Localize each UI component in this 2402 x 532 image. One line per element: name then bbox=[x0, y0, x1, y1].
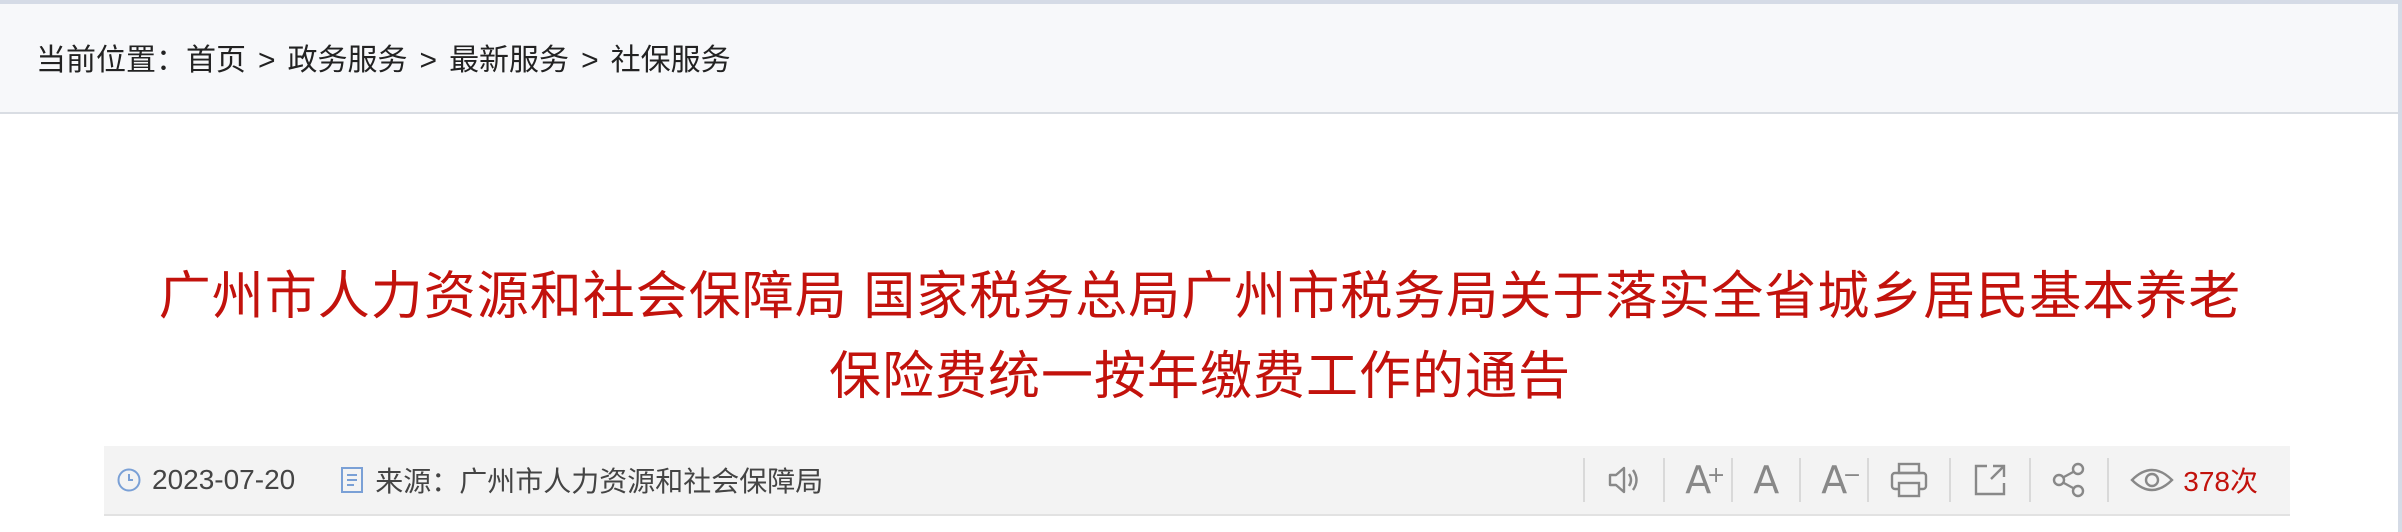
export-icon bbox=[1971, 461, 2009, 499]
article-toolbar: A + A A − 378次 bbox=[1583, 456, 2278, 504]
view-count: 378次 bbox=[2107, 458, 2278, 502]
breadcrumb-separator: > bbox=[258, 44, 276, 77]
font-normal-button[interactable]: A bbox=[1731, 458, 1799, 502]
breadcrumb-separator: > bbox=[419, 44, 438, 77]
clock-icon bbox=[116, 467, 142, 493]
share-button[interactable] bbox=[2029, 458, 2107, 502]
publish-date: 2023-07-20 bbox=[152, 464, 296, 495]
breadcrumb-item-social-security[interactable]: 社保服务 bbox=[611, 44, 731, 77]
font-decrease-button[interactable]: A − bbox=[1799, 458, 1867, 502]
article-meta-bar: 2023-07-20 来源：广州市人力资源和社会保障局 A + A A − 37… bbox=[104, 446, 2290, 516]
breadcrumb-bar: 当前位置：首页 > 政务服务 > 最新服务 > 社保服务 bbox=[0, 0, 2398, 114]
breadcrumb: 当前位置：首页 > 政务服务 > 最新服务 > 社保服务 bbox=[36, 40, 731, 82]
font-decrease-icon: A − bbox=[1821, 458, 1862, 502]
read-aloud-button[interactable] bbox=[1583, 458, 1663, 502]
speaker-icon bbox=[1605, 461, 1643, 499]
breadcrumb-item-latest-services[interactable]: 最新服务 bbox=[449, 44, 569, 77]
breadcrumb-label: 当前位置： bbox=[36, 44, 186, 77]
breadcrumb-item-home[interactable]: 首页 bbox=[186, 44, 246, 77]
scrollbar[interactable] bbox=[2398, 0, 2402, 532]
share-icon bbox=[2051, 461, 2087, 499]
document-icon bbox=[339, 466, 365, 494]
breadcrumb-item-government-services[interactable]: 政务服务 bbox=[288, 44, 408, 77]
print-button[interactable] bbox=[1867, 458, 1949, 502]
font-increase-button[interactable]: A + bbox=[1663, 458, 1731, 502]
article-title: 广州市人力资源和社会保障局 国家税务总局广州市税务局关于落实全省城乡居民基本养老… bbox=[158, 267, 2242, 406]
breadcrumb-separator: > bbox=[581, 44, 599, 77]
font-increase-icon: A + bbox=[1685, 458, 1726, 502]
article-meta: 2023-07-20 来源：广州市人力资源和社会保障局 bbox=[116, 460, 823, 500]
print-icon bbox=[1889, 461, 1929, 499]
eye-icon bbox=[2129, 463, 2175, 497]
view-count-text: 378次 bbox=[2183, 466, 2258, 497]
font-normal-icon: A bbox=[1753, 458, 1780, 502]
article-source: 来源：广州市人力资源和社会保障局 bbox=[375, 466, 824, 497]
export-button[interactable] bbox=[1949, 458, 2029, 502]
